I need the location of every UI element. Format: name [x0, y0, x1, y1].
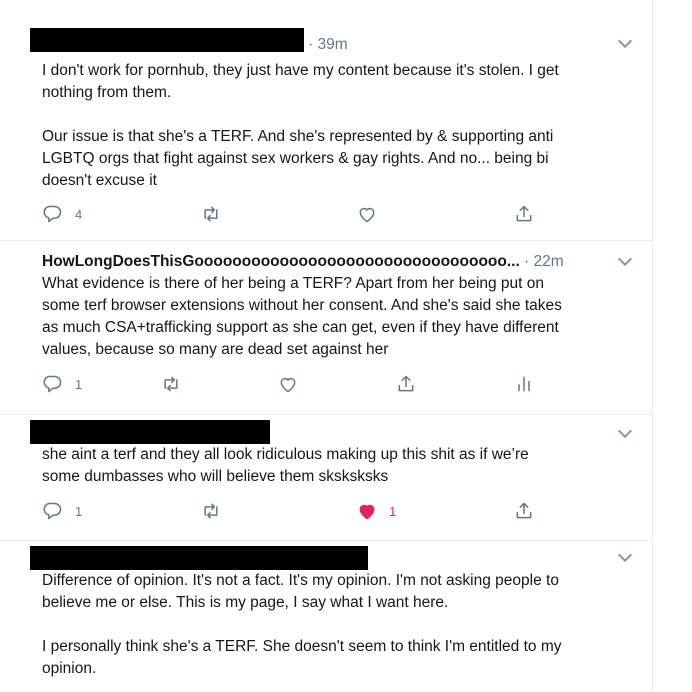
tweet[interactable]: · 39m I don't work for pornhub, they jus…	[0, 0, 652, 241]
retweet-icon	[164, 376, 178, 392]
share-icon	[516, 205, 532, 222]
tweet-header: · 39m	[308, 35, 348, 55]
tweet-text: she aint a terf and they all look ridicu…	[42, 446, 529, 485]
like-icon	[359, 207, 375, 223]
chevron-down-icon[interactable]	[617, 251, 633, 267]
share-button[interactable]	[514, 204, 534, 224]
reply-icon	[43, 205, 62, 223]
like-button[interactable]: 1	[357, 501, 396, 521]
reply-button[interactable]: 4	[43, 204, 82, 224]
tweet-text: I don't work for pornhub, they just have…	[42, 62, 559, 189]
tweet-time[interactable]: · 22m	[524, 253, 564, 270]
like-icon	[359, 504, 375, 520]
reply-button[interactable]: 1	[43, 374, 82, 394]
tweet[interactable]: HowLongDoesThisGoooooooooooooooooooooooo…	[0, 240, 652, 415]
share-icon	[398, 375, 414, 392]
reply-icon	[43, 375, 62, 393]
analytics-button[interactable]	[514, 374, 534, 394]
retweet-button[interactable]	[200, 501, 222, 521]
retweet-button[interactable]	[200, 204, 222, 224]
like-icon	[280, 377, 296, 393]
share-button[interactable]	[396, 374, 416, 394]
like-button[interactable]	[357, 204, 377, 224]
redacted-author	[30, 546, 368, 570]
tweet[interactable]: she aint a terf and they all look ridicu…	[0, 414, 652, 541]
chevron-down-icon[interactable]	[617, 547, 633, 563]
redacted-author	[30, 28, 304, 52]
chevron-down-icon[interactable]	[617, 33, 633, 49]
share-button[interactable]	[514, 501, 534, 521]
retweet-icon	[204, 206, 218, 222]
reply-count: 4	[75, 206, 83, 222]
like-count: 1	[389, 503, 397, 519]
timeline: · 39m I don't work for pornhub, they jus…	[0, 0, 653, 692]
retweet-button[interactable]	[160, 374, 182, 394]
tweet[interactable]: Difference of opinion. It's not a fact. …	[0, 540, 652, 692]
retweet-icon	[204, 503, 218, 519]
analytics-icon	[518, 376, 530, 392]
tweet-text: Difference of opinion. It's not a fact. …	[42, 572, 562, 677]
tweet-time[interactable]: · 39m	[308, 36, 348, 53]
reply-count: 1	[75, 503, 83, 519]
reply-icon	[43, 502, 62, 520]
tweet-text: What evidence is there of her being a TE…	[42, 275, 562, 358]
tweet-header: HowLongDoesThisGoooooooooooooooooooooooo…	[42, 252, 564, 272]
redacted-author	[30, 420, 270, 444]
share-icon	[516, 502, 532, 519]
reply-button[interactable]: 1	[43, 501, 82, 521]
chevron-down-icon[interactable]	[617, 423, 633, 439]
reply-count: 1	[75, 376, 83, 392]
author-name[interactable]: HowLongDoesThisGoooooooooooooooooooooooo…	[42, 253, 520, 270]
like-button[interactable]	[278, 374, 298, 394]
